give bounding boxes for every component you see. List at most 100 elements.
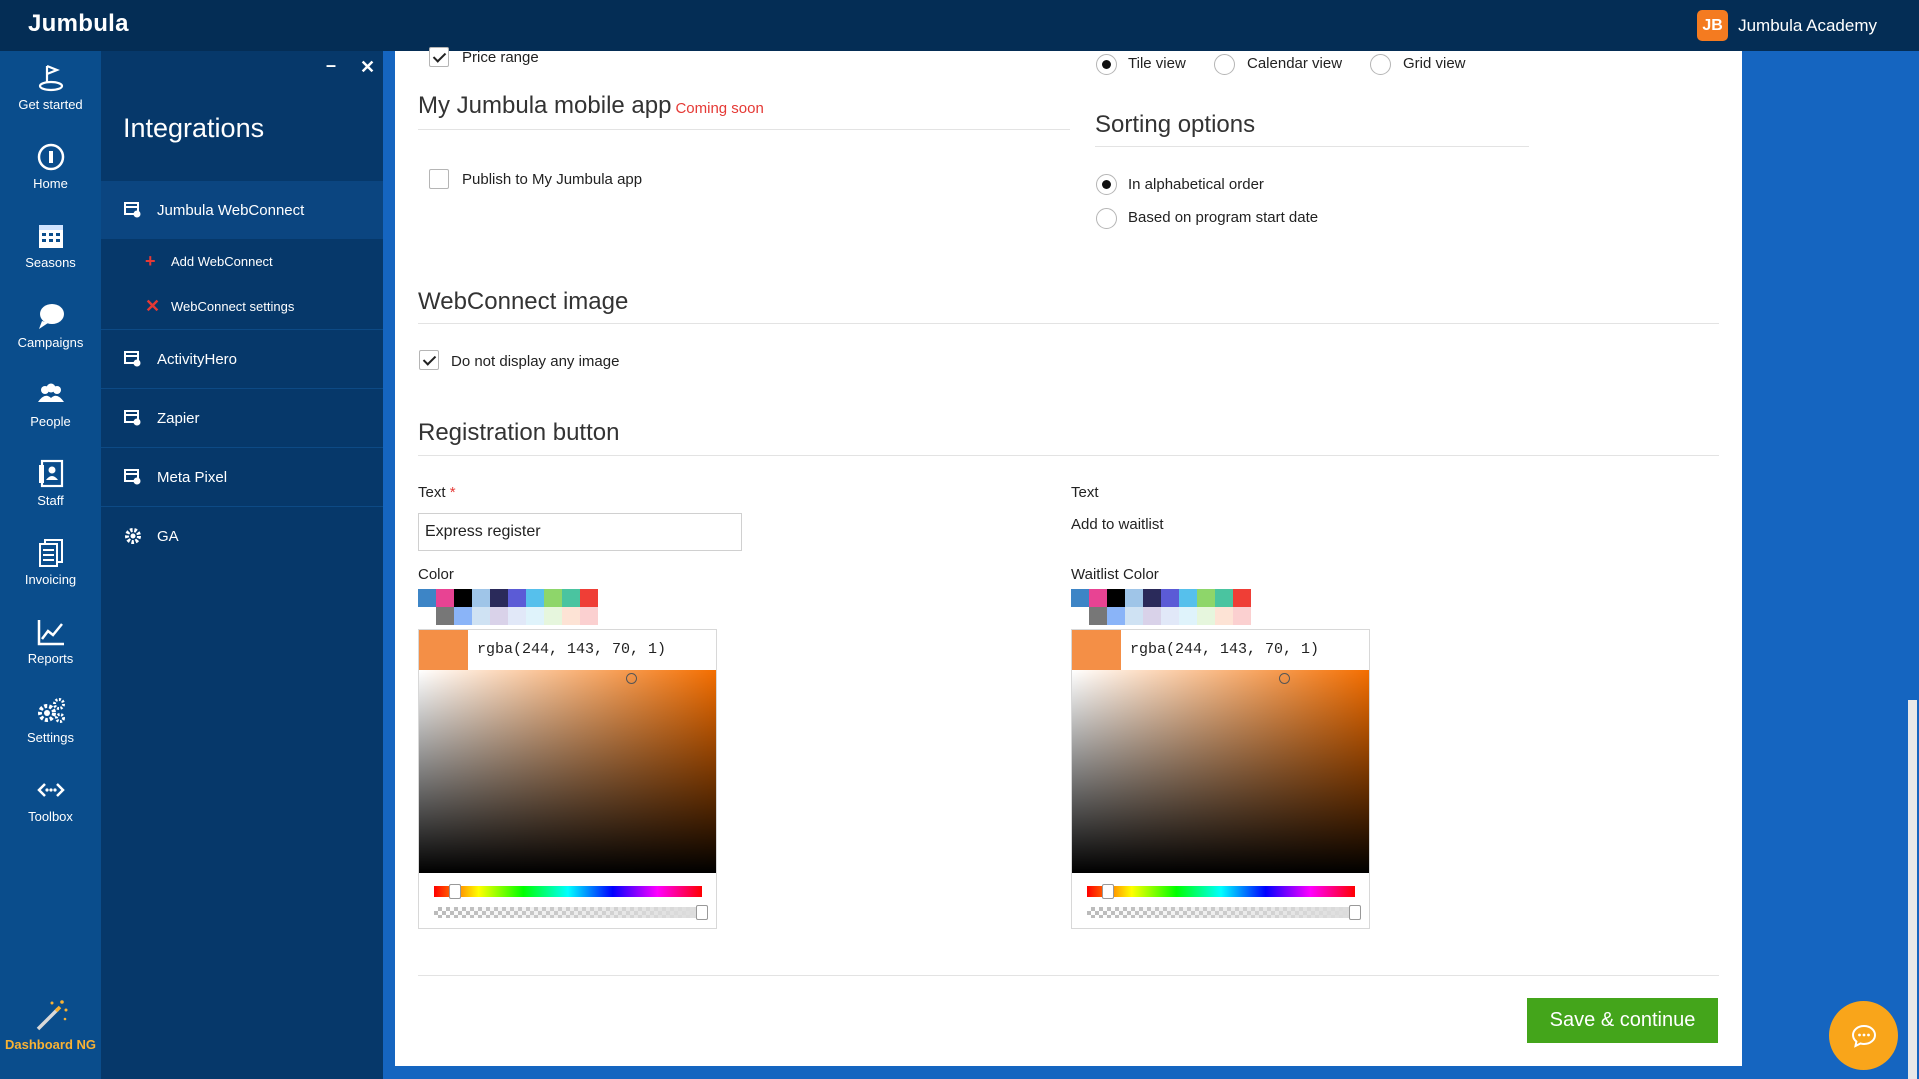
color-swatch[interactable] <box>1089 589 1107 607</box>
integration-item-ga[interactable]: GA <box>101 507 383 565</box>
color-swatch[interactable] <box>1215 589 1233 607</box>
color-picker[interactable]: rgba(244, 143, 70, 1) <box>418 629 717 929</box>
saturation-area[interactable] <box>1072 670 1369 873</box>
color-swatch[interactable] <box>454 607 472 625</box>
integration-icon <box>124 410 144 426</box>
waitlist-color-value[interactable]: rgba(244, 143, 70, 1) <box>1130 641 1319 658</box>
color-swatch[interactable] <box>454 589 472 607</box>
alpha-slider[interactable] <box>1087 907 1355 918</box>
color-swatch[interactable] <box>418 589 436 607</box>
nav-dashboard-ng[interactable]: Dashboard NG <box>0 987 101 1057</box>
registration-text-input[interactable] <box>418 513 742 551</box>
sort-alphabetical-label: In alphabetical order <box>1128 176 1264 193</box>
calendar-view-radio[interactable] <box>1214 54 1235 75</box>
nav-settings[interactable]: Settings <box>0 684 101 754</box>
color-swatch[interactable] <box>1233 589 1251 607</box>
nav-invoicing[interactable]: Invoicing <box>0 526 101 596</box>
hue-slider[interactable] <box>434 886 702 897</box>
integration-item-activityhero[interactable]: ActivityHero <box>101 330 383 388</box>
alpha-handle[interactable] <box>1349 905 1361 920</box>
nav-reports[interactable]: Reports <box>0 605 101 675</box>
divider <box>1095 146 1529 147</box>
integration-item-jumbula-webconnect[interactable]: Jumbula WebConnect <box>101 181 383 239</box>
color-swatch[interactable] <box>490 607 508 625</box>
color-swatch[interactable] <box>1143 607 1161 625</box>
chat-button[interactable] <box>1829 1001 1898 1070</box>
color-swatch[interactable] <box>1197 607 1215 625</box>
close-button[interactable]: ✕ <box>360 57 375 78</box>
nav-toolbox[interactable]: Toolbox <box>0 763 101 833</box>
nav-get-started[interactable]: Get started <box>0 51 101 121</box>
subitem-webconnect-settings[interactable]: ✕ WebConnect settings <box>145 291 294 321</box>
hue-handle[interactable] <box>449 884 461 899</box>
calendar-view-label: Calendar view <box>1247 55 1343 72</box>
integration-item-zapier[interactable]: Zapier <box>101 389 383 447</box>
color-swatch[interactable] <box>1197 589 1215 607</box>
saturation-area[interactable] <box>419 670 716 873</box>
waitlist-color-picker[interactable]: rgba(244, 143, 70, 1) <box>1071 629 1370 929</box>
color-swatch[interactable] <box>526 607 544 625</box>
color-swatch[interactable] <box>472 589 490 607</box>
color-swatch[interactable] <box>580 607 598 625</box>
color-swatch[interactable] <box>580 589 598 607</box>
color-swatch[interactable] <box>1089 607 1107 625</box>
color-swatch[interactable] <box>418 607 436 625</box>
nav-campaigns[interactable]: Campaigns <box>0 289 101 359</box>
grid-view-radio[interactable] <box>1370 54 1391 75</box>
tile-view-radio[interactable] <box>1096 54 1117 75</box>
color-swatch[interactable] <box>1179 589 1197 607</box>
saturation-handle[interactable] <box>626 673 637 684</box>
academy-link[interactable]: JB Jumbula Academy <box>1697 10 1877 41</box>
color-swatch[interactable] <box>526 589 544 607</box>
subitem-add-webconnect[interactable]: + Add WebConnect <box>145 246 273 276</box>
color-swatch[interactable] <box>472 607 490 625</box>
nav-seasons[interactable]: Seasons <box>0 209 101 279</box>
color-swatch[interactable] <box>562 589 580 607</box>
save-continue-button[interactable]: Save & continue <box>1527 998 1718 1043</box>
color-value[interactable]: rgba(244, 143, 70, 1) <box>477 641 666 658</box>
color-swatch[interactable] <box>508 607 526 625</box>
text-label-text: Text <box>418 484 446 501</box>
color-swatch[interactable] <box>562 607 580 625</box>
integration-item-meta-pixel[interactable]: Meta Pixel <box>101 448 383 506</box>
nav-label: Home <box>33 176 68 191</box>
minimize-button[interactable]: – <box>326 55 336 76</box>
nav-staff[interactable]: Staff <box>0 447 101 517</box>
color-swatch[interactable] <box>1233 607 1251 625</box>
color-swatch[interactable] <box>490 589 508 607</box>
color-swatch[interactable] <box>1107 607 1125 625</box>
waitlist-color-swatches[interactable] <box>1071 589 1251 625</box>
publish-app-checkbox[interactable] <box>429 169 449 189</box>
alpha-slider[interactable] <box>434 907 702 918</box>
color-swatch[interactable] <box>1161 589 1179 607</box>
brand-logo[interactable]: Jumbula <box>28 10 129 38</box>
color-swatch[interactable] <box>1143 589 1161 607</box>
gears-icon <box>37 698 65 723</box>
nav-people[interactable]: People <box>0 368 101 438</box>
color-swatch[interactable] <box>1125 607 1143 625</box>
color-swatch[interactable] <box>1071 589 1089 607</box>
color-swatch[interactable] <box>1161 607 1179 625</box>
color-swatch[interactable] <box>508 589 526 607</box>
color-swatch[interactable] <box>1107 589 1125 607</box>
hue-slider[interactable] <box>1087 886 1355 897</box>
sort-alphabetical-radio[interactable] <box>1096 174 1117 195</box>
color-swatch[interactable] <box>544 607 562 625</box>
sort-start-date-radio[interactable] <box>1096 208 1117 229</box>
scrollbar-thumb[interactable] <box>1908 700 1917 1079</box>
alpha-handle[interactable] <box>696 905 708 920</box>
color-swatch[interactable] <box>436 589 454 607</box>
color-swatch[interactable] <box>1071 607 1089 625</box>
color-swatches[interactable] <box>418 589 598 625</box>
chat-bubble-icon <box>38 304 64 329</box>
no-image-checkbox[interactable] <box>419 350 439 370</box>
color-swatch[interactable] <box>1179 607 1197 625</box>
saturation-handle[interactable] <box>1279 673 1290 684</box>
color-swatch[interactable] <box>1125 589 1143 607</box>
color-swatch[interactable] <box>544 589 562 607</box>
nav-home[interactable]: Home <box>0 130 101 200</box>
hue-handle[interactable] <box>1102 884 1114 899</box>
price-range-checkbox[interactable] <box>429 47 449 67</box>
color-swatch[interactable] <box>436 607 454 625</box>
color-swatch[interactable] <box>1215 607 1233 625</box>
